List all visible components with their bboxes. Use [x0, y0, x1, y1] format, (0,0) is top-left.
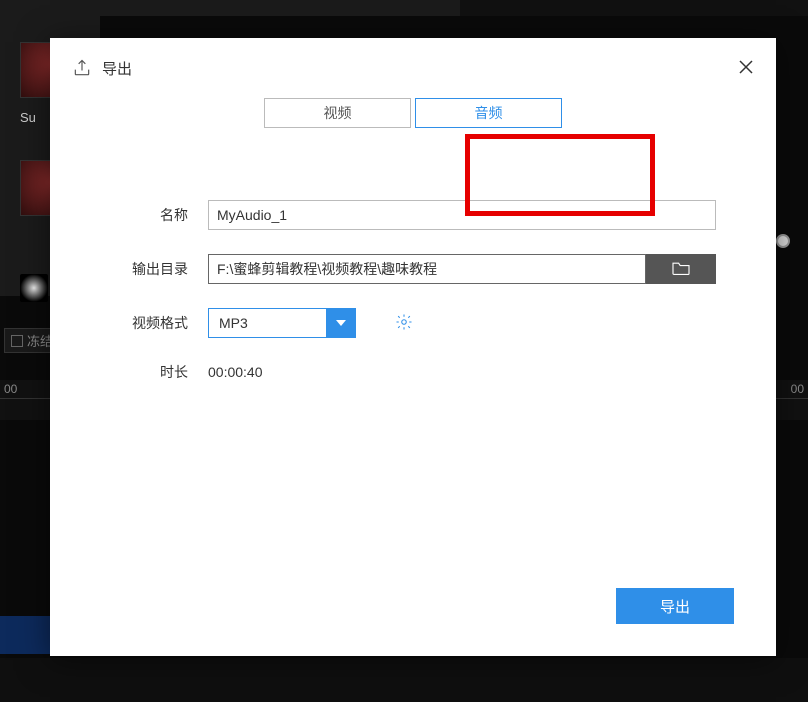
- dialog-title: 导出: [102, 58, 132, 79]
- tab-video[interactable]: 视频: [264, 98, 411, 128]
- dialog-header: 导出: [50, 38, 776, 98]
- format-value: MP3: [219, 315, 248, 331]
- export-form: 名称 输出目录 视频格式 MP3: [50, 200, 776, 406]
- tab-label: 音频: [475, 103, 503, 123]
- format-select[interactable]: MP3: [208, 308, 356, 338]
- timeline-clip[interactable]: [0, 616, 50, 654]
- export-icon: [72, 58, 92, 78]
- format-label: 视频格式: [80, 313, 208, 333]
- tab-audio[interactable]: 音频: [415, 98, 562, 128]
- close-icon: [738, 59, 754, 78]
- folder-icon: [671, 260, 691, 279]
- export-tabs: 视频 音频: [50, 98, 776, 128]
- format-settings-button[interactable]: [394, 313, 414, 333]
- media-thumbnail[interactable]: [20, 274, 48, 302]
- export-dialog: 导出 视频 音频 名称 输出目录: [50, 38, 776, 656]
- ruler-tick: 00: [791, 382, 804, 396]
- export-button[interactable]: 导出: [616, 588, 734, 624]
- checkbox-icon: [11, 335, 23, 347]
- tab-label: 视频: [324, 103, 352, 123]
- path-label: 输出目录: [80, 259, 208, 279]
- ruler-tick: 00: [4, 382, 17, 396]
- row-duration: 时长 00:00:40: [80, 362, 716, 382]
- duration-value: 00:00:40: [208, 364, 263, 380]
- chevron-down-icon: [326, 308, 356, 338]
- name-label: 名称: [80, 205, 208, 225]
- name-input[interactable]: [208, 200, 716, 230]
- browse-folder-button[interactable]: [646, 254, 716, 284]
- output-path-input[interactable]: [208, 254, 646, 284]
- gear-icon: [395, 313, 413, 334]
- row-format: 视频格式 MP3: [80, 308, 716, 338]
- scrub-handle[interactable]: [776, 234, 790, 248]
- duration-label: 时长: [80, 362, 208, 382]
- media-label: Su: [20, 110, 36, 125]
- row-name: 名称: [80, 200, 716, 230]
- row-output-path: 输出目录: [80, 254, 716, 284]
- close-button[interactable]: [734, 56, 758, 80]
